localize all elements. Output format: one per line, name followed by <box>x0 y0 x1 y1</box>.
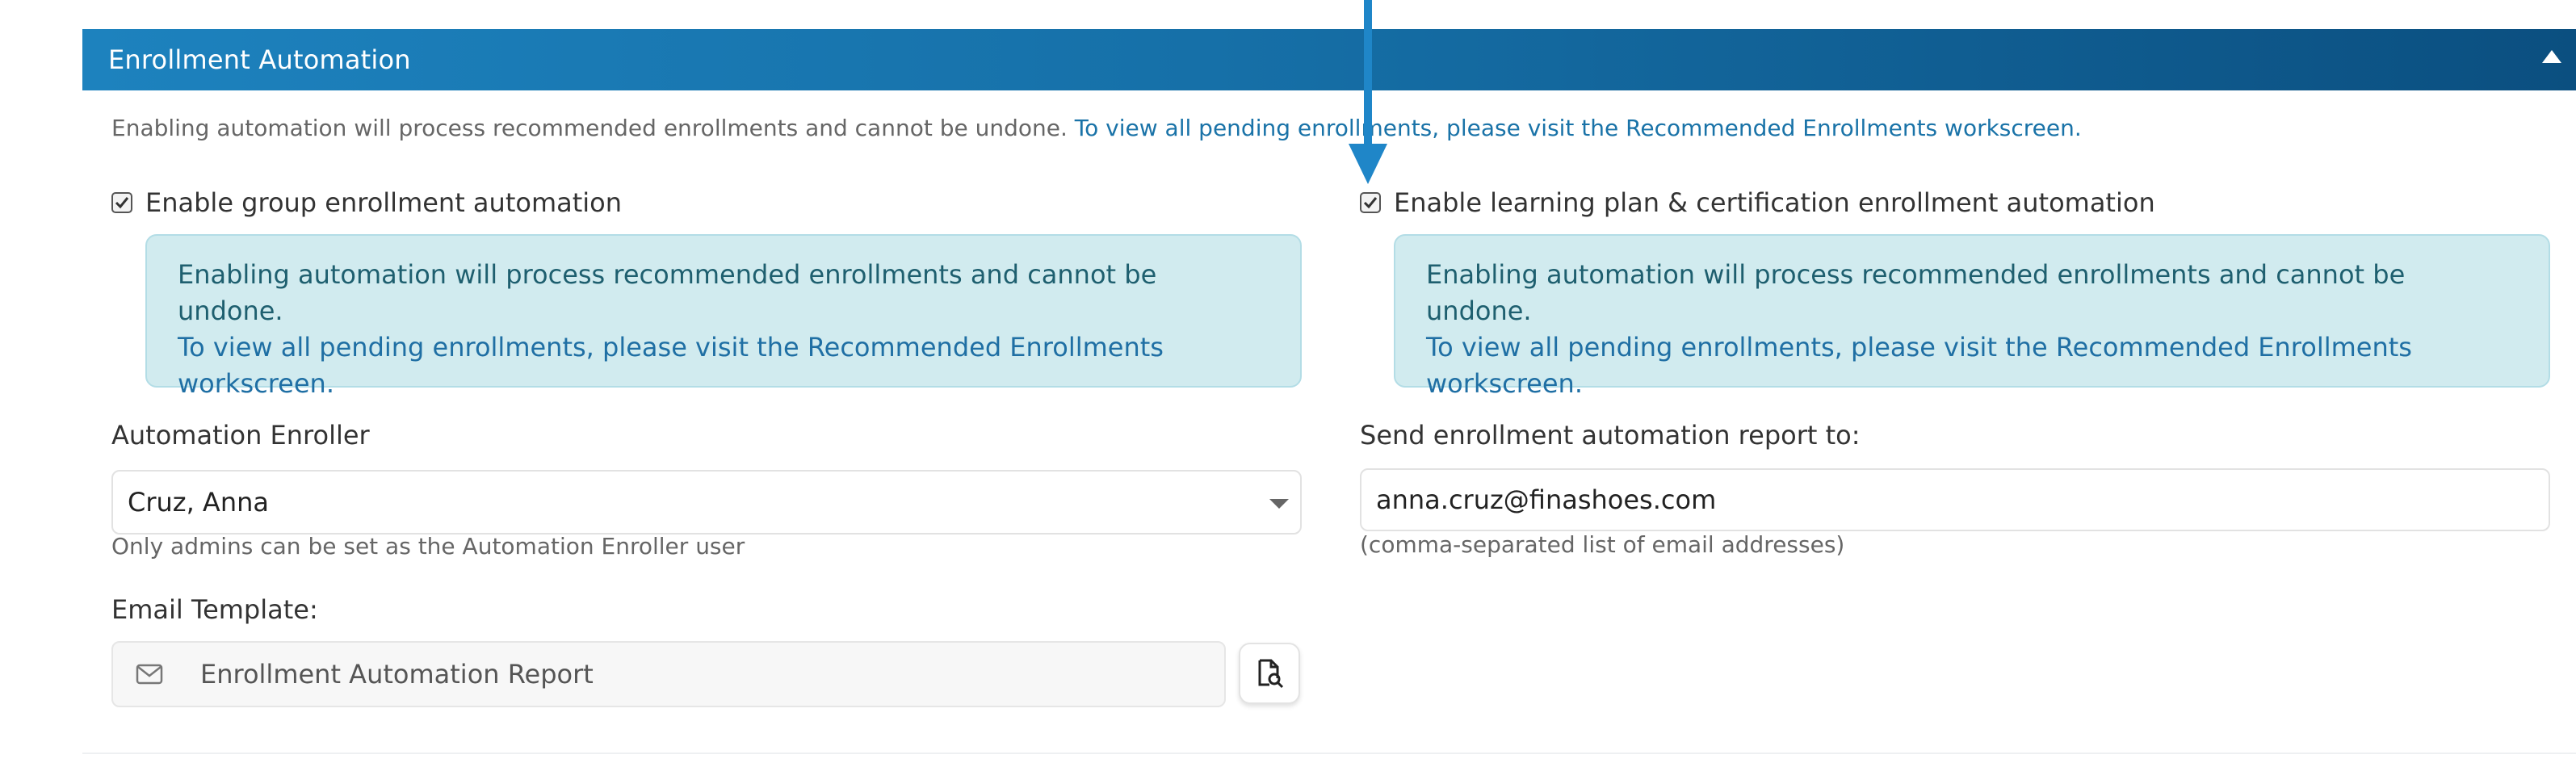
enroller-select[interactable]: Cruz, Anna <box>111 470 1302 535</box>
panel-body: Enabling automation will process recomme… <box>82 90 2576 754</box>
group-automation-info: Enabling automation will process recomme… <box>145 234 1302 399</box>
report-label: Send enrollment automation report to: <box>1360 420 1861 451</box>
intro-text: Enabling automation will process recomme… <box>111 115 2082 141</box>
group-automation-row[interactable]: Enable group enrollment automation <box>111 187 622 218</box>
lp-automation-label: Enable learning plan & certification enr… <box>1394 187 2155 218</box>
page: Enrollment Automation Enabling automatio… <box>0 0 2576 763</box>
enroller-label: Automation Enroller <box>111 420 370 451</box>
enroller-value: Cruz, Anna <box>128 487 269 518</box>
envelope-icon <box>136 664 163 685</box>
group-automation-label: Enable group enrollment automation <box>145 187 623 218</box>
enroller-help: Only admins can be set as the Automation… <box>111 533 745 560</box>
document-search-icon <box>1258 659 1284 689</box>
lp-automation-row[interactable]: Enable learning plan & certification enr… <box>1360 187 2155 218</box>
email-template-field[interactable]: Enrollment Automation Report <box>111 641 1226 707</box>
email-template-value: Enrollment Automation Report <box>200 659 594 690</box>
lp-automation-info: Enabling automation will process recomme… <box>1394 234 2550 399</box>
report-email-input[interactable]: anna.cruz@finashoes.com <box>1360 468 2550 531</box>
lp-info-link[interactable]: To view all pending enrollments, please … <box>1426 329 2518 402</box>
lp-automation-checkbox[interactable] <box>1360 192 1381 213</box>
chevron-down-icon <box>1269 499 1289 509</box>
recommended-enrollments-link[interactable]: To view all pending enrollments, please … <box>1075 115 2082 141</box>
report-help: (comma-separated list of email addresses… <box>1360 531 1845 558</box>
collapse-up-icon[interactable] <box>2542 50 2561 63</box>
report-email-value: anna.cruz@finashoes.com <box>1376 484 1717 515</box>
panel-title: Enrollment Automation <box>108 44 411 75</box>
checkmark-icon <box>115 197 129 209</box>
panel-header[interactable]: Enrollment Automation <box>82 29 2576 90</box>
preview-template-button[interactable] <box>1239 643 1300 704</box>
group-info-link[interactable]: To view all pending enrollments, please … <box>178 329 1269 402</box>
email-template-label: Email Template: <box>111 594 318 625</box>
group-automation-checkbox[interactable] <box>111 192 132 213</box>
pointer-arrow-icon <box>1349 0 1387 184</box>
checkmark-icon <box>1363 197 1378 209</box>
